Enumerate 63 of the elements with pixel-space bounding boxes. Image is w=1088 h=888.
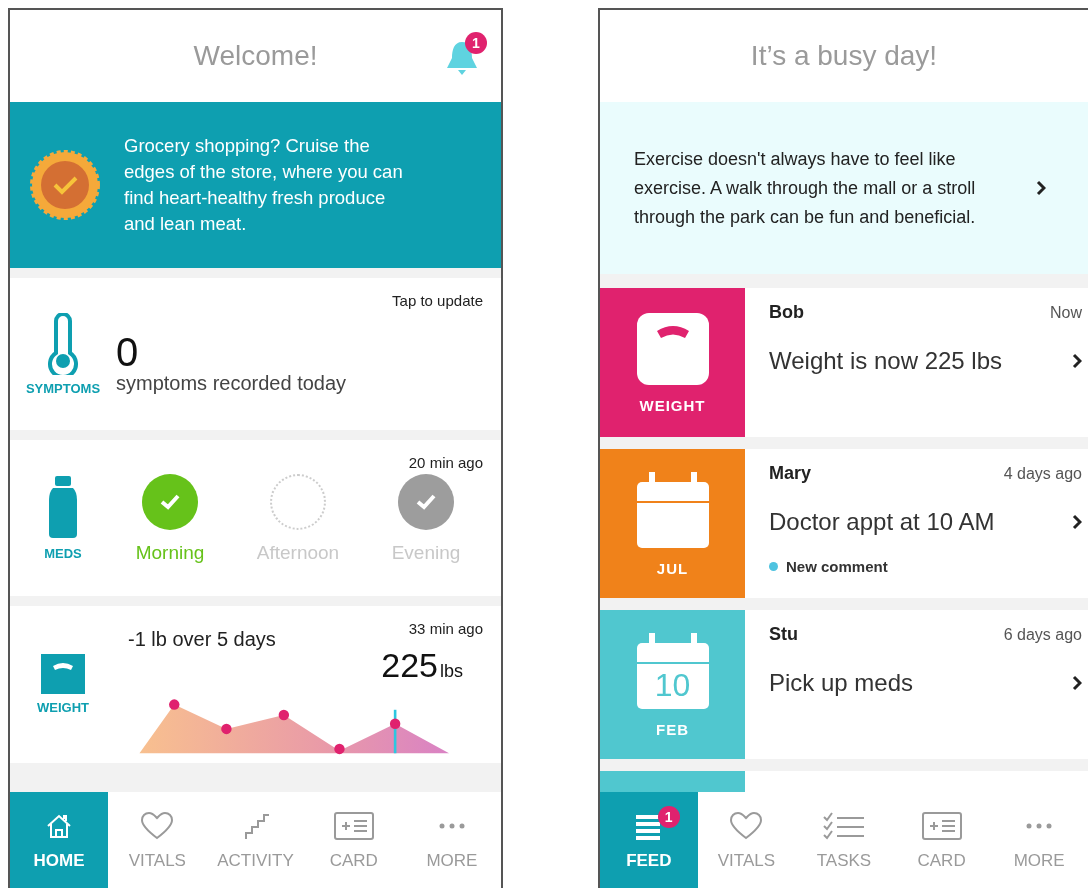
card-icon bbox=[333, 812, 374, 840]
dose-check[interactable] bbox=[398, 474, 454, 530]
screen-title: It’s a busy day! bbox=[750, 40, 938, 72]
item-time: 4 days ago bbox=[1003, 464, 1082, 483]
meds-time: 20 min ago bbox=[408, 454, 483, 471]
tap-to-update-link[interactable]: Tap to update bbox=[392, 292, 483, 309]
scale-icon bbox=[41, 654, 85, 694]
weight-point bbox=[278, 709, 290, 721]
bell-icon[interactable] bbox=[445, 40, 479, 76]
scale-icon bbox=[634, 311, 711, 387]
chevron-icon bbox=[1072, 514, 1082, 530]
weight-trend: -1 lb over 5 days bbox=[128, 628, 276, 650]
chevron-icon bbox=[1072, 675, 1082, 691]
screen-title: Welcome! bbox=[193, 40, 318, 72]
chevron-icon bbox=[1036, 180, 1046, 196]
tile-label: FEB bbox=[656, 721, 689, 738]
pill-bottle-icon bbox=[47, 475, 79, 540]
notification-badge: 1 bbox=[465, 32, 487, 54]
tip-text: Exercise doesn't always have to feel like exercise. A walk through the mall or a stroll through the park can be fun and beneficial. bbox=[634, 147, 977, 229]
checklist-icon bbox=[822, 811, 866, 841]
weight-unit: lbs bbox=[440, 661, 463, 682]
chevron-icon bbox=[1072, 353, 1082, 369]
tile-label: JUL bbox=[656, 560, 689, 577]
symptom-count: 0 bbox=[116, 331, 140, 372]
thermometer-icon bbox=[46, 312, 80, 375]
weight-point bbox=[221, 723, 232, 735]
weight-value: 225 bbox=[381, 646, 438, 685]
tip-text: Grocery shopping? Cruise the edges of the store, where you can find heart-healthy fresh produce and lean meat. bbox=[124, 134, 404, 236]
item-time: Now bbox=[1050, 303, 1082, 322]
weight-point bbox=[334, 743, 345, 755]
tip-banner[interactable]: Exercise doesn't always have to feel like exercise. A walk through the mall or a stroll through the park can be fun and beneficial. bbox=[600, 102, 1088, 274]
person-name: Stu bbox=[769, 624, 798, 645]
weight-time: 33 min ago bbox=[408, 620, 483, 637]
symptoms-label: SYMPTOMS bbox=[25, 380, 101, 396]
dose-label: Morning bbox=[135, 542, 205, 564]
heart-icon bbox=[729, 811, 764, 841]
person-name: Bob bbox=[769, 302, 804, 323]
symptom-caption: symptoms recorded today bbox=[116, 371, 347, 395]
badge-check-icon bbox=[30, 150, 100, 220]
card-icon bbox=[921, 812, 962, 840]
dose-check[interactable] bbox=[142, 474, 198, 530]
item-message: Pick up meds bbox=[769, 669, 914, 697]
feed-item[interactable]: JUL Mary 4 days ago Doctor appt at 10 AM New comment bbox=[600, 449, 1088, 598]
tab[interactable]: FEED 1 bbox=[600, 792, 698, 888]
check-icon bbox=[159, 493, 181, 511]
person-name: Mary bbox=[769, 463, 812, 484]
meds-label: MEDS bbox=[44, 545, 82, 561]
item-time: 6 days ago bbox=[1003, 625, 1082, 644]
tile-label: WEIGHT bbox=[639, 397, 706, 414]
unread-dot-icon bbox=[769, 562, 778, 571]
weight-point bbox=[389, 718, 401, 729]
current-marker-line bbox=[393, 709, 397, 754]
weight-label: WEIGHT bbox=[37, 700, 89, 715]
notification-badge: 1 bbox=[657, 806, 680, 828]
item-message: Doctor appt at 10 AM bbox=[769, 508, 995, 536]
feed-item[interactable]: 10 FEB Stu 6 days ago Pick up meds bbox=[600, 610, 1088, 759]
check-icon bbox=[415, 493, 437, 511]
weight-point bbox=[169, 699, 180, 710]
tab[interactable]: HOME bbox=[10, 792, 109, 888]
heart-icon bbox=[140, 811, 175, 841]
comment-note: New comment bbox=[786, 558, 888, 575]
feed-item[interactable]: WEIGHT Bob Now Weight is now 225 lbs bbox=[600, 288, 1088, 437]
item-message: Weight is now 225 lbs bbox=[769, 347, 1002, 375]
